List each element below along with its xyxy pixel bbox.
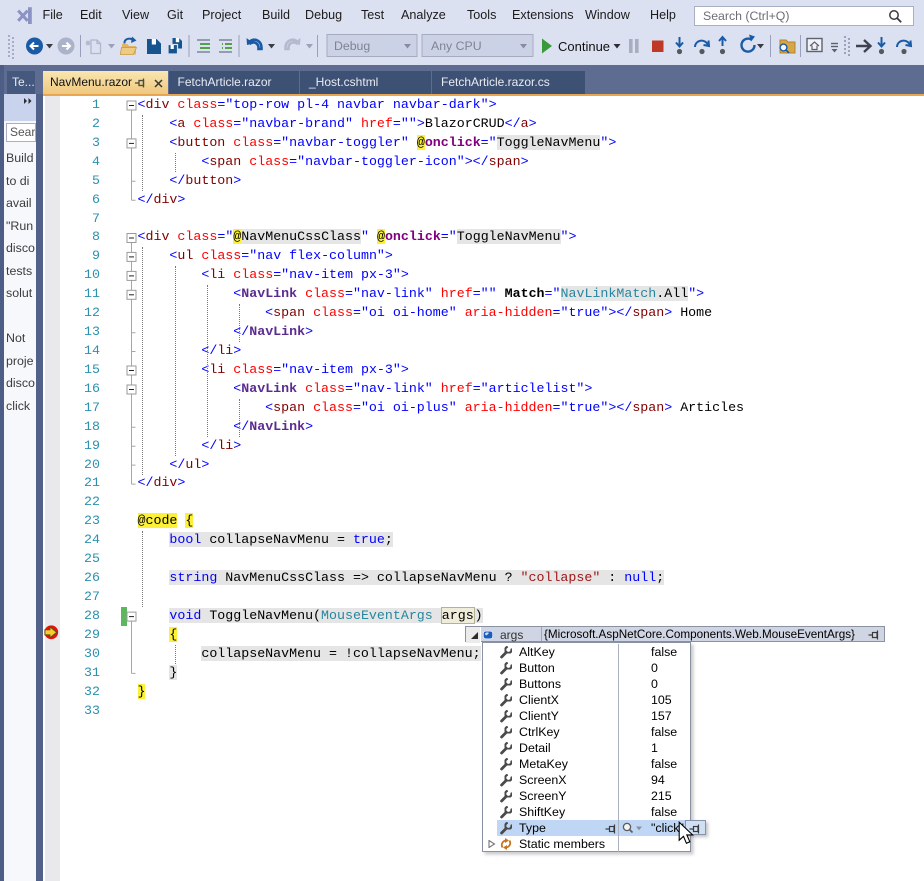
svg-text:Continue: Continue bbox=[558, 39, 610, 54]
svg-text:Any CPU: Any CPU bbox=[431, 39, 482, 53]
svg-text:Debug: Debug bbox=[334, 39, 370, 53]
